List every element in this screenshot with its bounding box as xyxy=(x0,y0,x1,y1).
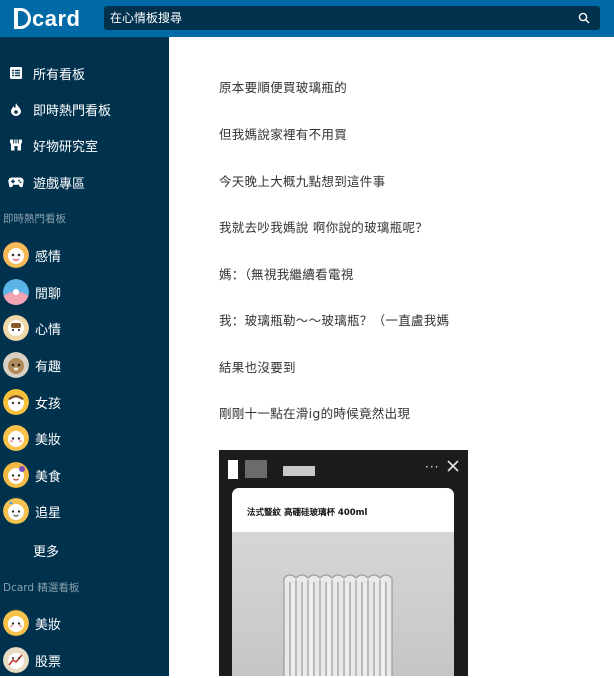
chat-board-icon xyxy=(3,279,29,305)
makeup-board-icon xyxy=(3,425,29,451)
board-item-chat[interactable]: 閒聊 xyxy=(0,274,169,310)
board-item-featured-makeup[interactable]: 美妝 xyxy=(0,605,169,641)
sidebar: 所有看板 即時熱門看板 好物研究室 遊戲專區 即時熱門看板 感情 閒聊 心情 有… xyxy=(0,37,169,676)
shop-icon xyxy=(7,136,25,154)
board-item-food[interactable]: 美食 xyxy=(0,457,169,493)
sidebar-item-label: 即時熱門看板 xyxy=(33,103,112,119)
search-input[interactable] xyxy=(110,6,550,30)
post-paragraph: 我：玻璃瓶勒～～玻璃瓶？（一直盧我媽 xyxy=(219,313,450,328)
food-board-icon xyxy=(3,462,29,488)
search-icon xyxy=(578,12,590,24)
more-options-icon: ··· xyxy=(425,460,440,474)
stocks-board-icon xyxy=(3,647,29,673)
gamepad-icon xyxy=(7,173,25,191)
board-item-girl[interactable]: 女孩 xyxy=(0,384,169,420)
idol-board-icon xyxy=(3,498,29,524)
board-label: 美食 xyxy=(35,469,62,485)
logo-d-mark xyxy=(14,8,31,29)
girl-board-icon xyxy=(3,389,29,415)
sidebar-item-games[interactable]: 遊戲專區 xyxy=(0,164,169,200)
blurred-username-block xyxy=(228,460,238,479)
sidebar-item-label: 遊戲專區 xyxy=(33,176,86,192)
section-hot-boards-heading: 即時熱門看板 xyxy=(3,213,66,225)
post-paragraph: 媽：（無視我繼續看電視 xyxy=(219,267,354,282)
board-item-makeup[interactable]: 美妝 xyxy=(0,420,169,456)
post-paragraph: 原本要順便買玻璃瓶的 xyxy=(219,80,348,95)
post-paragraph: 今天晚上大概九點想到這件事 xyxy=(219,174,386,189)
logo-text: card xyxy=(32,5,81,31)
sidebar-item-good-stuff-lab[interactable]: 好物研究室 xyxy=(0,127,169,163)
product-title: 法式豎紋 高硼硅玻璃杯 400ml xyxy=(247,508,368,518)
search-box xyxy=(104,6,600,30)
board-label: 女孩 xyxy=(35,396,62,412)
glass-cup-photo xyxy=(232,532,454,676)
sidebar-item-hot-boards[interactable]: 即時熱門看板 xyxy=(0,91,169,127)
relationship-board-icon xyxy=(3,242,29,268)
sidebar-item-label: 所有看板 xyxy=(33,67,86,83)
sidebar-item-all-boards[interactable]: 所有看板 xyxy=(0,55,169,91)
makeup-board-icon xyxy=(3,610,29,636)
post-paragraph: 結果也沒要到 xyxy=(219,360,296,375)
blurred-avatar-block xyxy=(245,460,267,478)
section-featured-boards-heading: Dcard 精選看板 xyxy=(3,582,80,594)
board-label: 美妝 xyxy=(35,432,62,448)
sidebar-item-label: 好物研究室 xyxy=(33,139,99,155)
blurred-name-block xyxy=(283,466,315,476)
board-label: 美妝 xyxy=(35,617,62,633)
product-card: 法式豎紋 高硼硅玻璃杯 400ml xyxy=(232,488,454,676)
board-item-mood[interactable]: 心情 xyxy=(0,310,169,346)
board-item-idol[interactable]: 追星 xyxy=(0,493,169,529)
fire-icon xyxy=(7,100,25,118)
search-button[interactable] xyxy=(568,6,600,30)
dcard-logo[interactable]: card xyxy=(14,6,80,31)
post-paragraph: 我就去吵我媽說 啊你說的玻璃瓶呢？ xyxy=(219,220,429,235)
board-label: 閒聊 xyxy=(35,286,62,302)
post-screenshot-image[interactable]: ··· 法式豎紋 高硼硅玻璃杯 400ml xyxy=(219,450,468,676)
board-item-funny[interactable]: 有趣 xyxy=(0,347,169,383)
board-label: 感情 xyxy=(35,249,62,265)
post-content: 原本要順便買玻璃瓶的 但我媽說家裡有不用買 今天晚上大概九點想到這件事 我就去吵… xyxy=(169,37,614,676)
post-paragraph: 剛剛十一點在滑ig的時候竟然出現 xyxy=(219,406,411,421)
top-bar: card xyxy=(0,0,614,37)
glass-cup-illustration xyxy=(232,532,454,676)
funny-board-icon xyxy=(3,352,29,378)
board-label: 股票 xyxy=(35,654,62,670)
post-paragraph: 但我媽說家裡有不用買 xyxy=(219,127,348,142)
close-icon xyxy=(447,460,459,472)
board-label: 追星 xyxy=(35,505,62,521)
mood-board-icon xyxy=(3,315,29,341)
board-item-stocks[interactable]: 股票 xyxy=(0,642,169,678)
board-label: 有趣 xyxy=(35,359,62,375)
board-label: 心情 xyxy=(35,322,62,338)
list-icon xyxy=(7,64,25,82)
board-item-relationship[interactable]: 感情 xyxy=(0,237,169,273)
more-boards-link[interactable]: 更多 xyxy=(33,541,59,560)
